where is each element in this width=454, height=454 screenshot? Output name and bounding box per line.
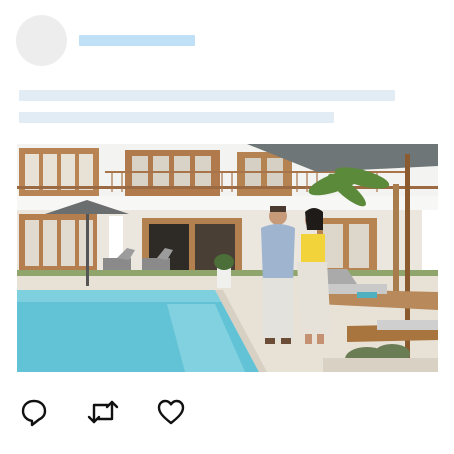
avatar[interactable]	[16, 15, 67, 66]
post-card	[0, 0, 454, 454]
post-actions	[0, 395, 454, 435]
post-text-placeholder-line	[19, 112, 334, 123]
reply-icon	[21, 399, 47, 427]
post-image[interactable]	[17, 144, 438, 372]
like-button[interactable]	[154, 395, 188, 429]
post-text-placeholder-line	[19, 90, 395, 101]
retweet-button[interactable]	[86, 395, 120, 429]
villa-pool-photo	[17, 144, 438, 372]
reply-button[interactable]	[17, 395, 51, 429]
heart-icon	[157, 399, 185, 425]
author-name-placeholder	[79, 35, 195, 46]
retweet-icon	[87, 400, 119, 424]
